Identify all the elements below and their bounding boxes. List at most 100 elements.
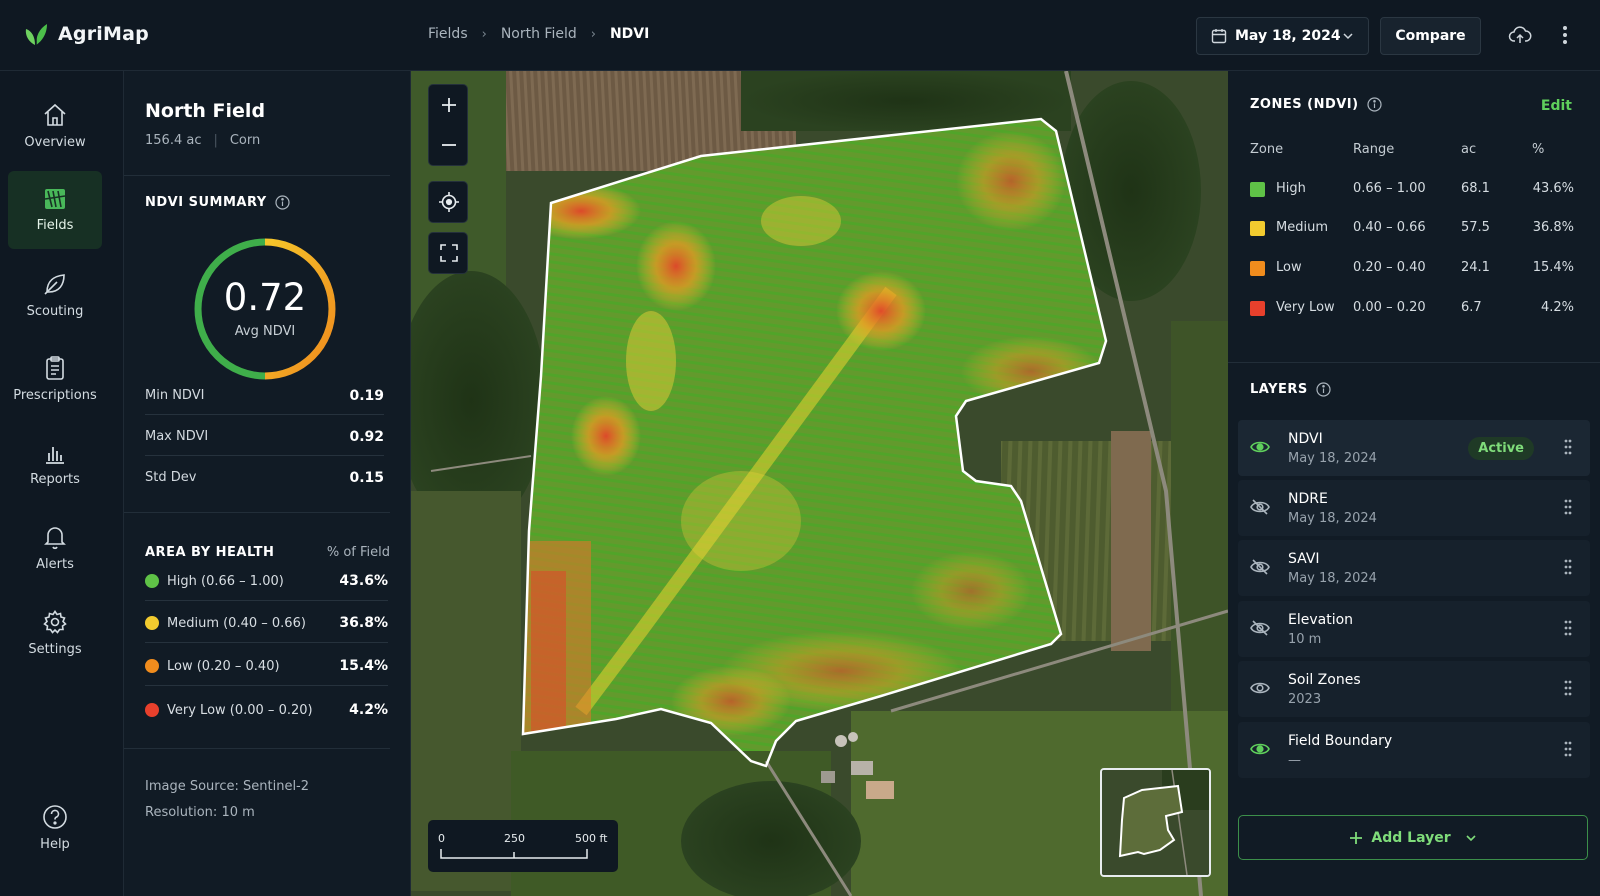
high-dot xyxy=(145,574,159,588)
zone-swatch-very-low xyxy=(1250,301,1265,316)
divider xyxy=(124,748,390,749)
zone-swatch-high xyxy=(1250,182,1265,197)
stat-row-max: Max NDVI 0.92 xyxy=(145,429,384,445)
layer-item-savi[interactable]: SAVI May 18, 2024 xyxy=(1238,540,1590,596)
nav-label: Reports xyxy=(30,472,80,487)
layer-subtitle: 10 m xyxy=(1288,632,1322,647)
divider xyxy=(145,414,384,415)
nav-item-settings[interactable]: Settings xyxy=(8,594,102,672)
nav-label: Help xyxy=(40,837,70,852)
drag-handle-icon[interactable] xyxy=(1564,741,1572,757)
clipboard-icon xyxy=(46,356,64,380)
more-vertical-icon[interactable] xyxy=(1562,24,1568,46)
nav-item-scouting[interactable]: Scouting xyxy=(8,256,102,334)
zone-range: 0.20 – 0.40 xyxy=(1353,260,1426,275)
locate-button[interactable] xyxy=(429,182,469,222)
breadcrumb-north-field[interactable]: North Field xyxy=(501,26,577,42)
eye-icon[interactable] xyxy=(1250,680,1270,696)
add-layer-button[interactable]: Add Layer xyxy=(1238,815,1588,860)
area-value: 36.8% xyxy=(339,615,388,631)
zone-name: Low xyxy=(1276,260,1302,275)
edit-zones-link[interactable]: Edit xyxy=(1541,98,1572,114)
nav-label: Overview xyxy=(24,135,86,150)
zone-name: Very Low xyxy=(1276,300,1335,315)
compare-button[interactable]: Compare xyxy=(1380,17,1481,55)
area-by-health-heading: AREA BY HEALTH % of Field xyxy=(145,545,390,560)
nav-item-reports[interactable]: Reports xyxy=(8,425,102,503)
resolution: Resolution: 10 m xyxy=(145,805,255,820)
bar-chart-icon xyxy=(46,447,64,464)
zone-range: 0.00 – 0.20 xyxy=(1353,300,1426,315)
layer-item-soil-zones[interactable]: Soil Zones 2023 xyxy=(1238,661,1590,717)
nav-item-alerts[interactable]: Alerts xyxy=(8,509,102,587)
divider xyxy=(145,455,384,456)
layers-heading: LAYERS xyxy=(1250,382,1331,397)
zones-col-ac: ac xyxy=(1461,142,1477,157)
layer-item-ndre[interactable]: NDRE May 18, 2024 xyxy=(1238,480,1590,536)
nav-label: Scouting xyxy=(26,304,84,319)
area-label: High (0.66 – 1.00) xyxy=(167,573,284,589)
minimap-image xyxy=(1102,770,1209,875)
layer-name: SAVI xyxy=(1288,551,1320,567)
zones-title: ZONES (NDVI) xyxy=(1250,97,1359,112)
map-view[interactable]: 0 250 500 ft xyxy=(411,71,1228,896)
fullscreen-button[interactable] xyxy=(429,233,469,273)
layer-item-ndvi[interactable]: NDVI May 18, 2024 Active xyxy=(1238,420,1590,476)
drag-handle-icon[interactable] xyxy=(1564,499,1572,515)
eye-off-icon[interactable] xyxy=(1250,559,1270,575)
eye-off-icon[interactable] xyxy=(1250,499,1270,515)
overview-minimap[interactable] xyxy=(1100,768,1211,877)
chevron-down-icon xyxy=(1343,33,1353,40)
scale-label: 0 xyxy=(438,832,445,845)
stat-value: 0.19 xyxy=(349,388,384,404)
info-icon[interactable] xyxy=(275,195,290,210)
layer-name: NDRE xyxy=(1288,491,1328,507)
zone-ac: 24.1 xyxy=(1461,260,1490,275)
zones-col-pct: % xyxy=(1532,142,1545,157)
stat-label: Min NDVI xyxy=(145,388,205,403)
chevron-right-icon: › xyxy=(481,26,487,42)
info-icon[interactable] xyxy=(1366,97,1382,112)
image-source: Image Source: Sentinel-2 xyxy=(145,779,310,794)
drag-handle-icon[interactable] xyxy=(1564,680,1572,696)
divider xyxy=(124,512,390,513)
zoom-in-button[interactable] xyxy=(429,85,469,125)
zoom-out-button[interactable] xyxy=(429,125,469,165)
drag-handle-icon[interactable] xyxy=(1564,439,1572,455)
calendar-icon xyxy=(1211,29,1227,44)
app-name: AgriMap xyxy=(58,23,149,45)
nav-item-help[interactable]: Help xyxy=(8,789,102,867)
area-by-health-title: AREA BY HEALTH xyxy=(145,545,275,560)
cloud-upload-icon[interactable] xyxy=(1508,24,1532,46)
drag-handle-icon[interactable] xyxy=(1564,559,1572,575)
date-picker-button[interactable]: May 18, 2024 xyxy=(1196,17,1369,55)
brand[interactable]: AgriMap xyxy=(22,20,149,48)
layer-item-elevation[interactable]: Elevation 10 m xyxy=(1238,601,1590,657)
area-column-label: % of Field xyxy=(326,545,390,560)
chevron-down-icon xyxy=(1466,834,1476,841)
zone-pct: 4.2% xyxy=(1540,300,1574,315)
info-icon[interactable] xyxy=(1316,382,1331,397)
stat-row-min: Min NDVI 0.19 xyxy=(145,388,384,404)
fullscreen-control xyxy=(428,232,468,274)
area-label: Medium (0.40 – 0.66) xyxy=(167,615,306,631)
left-nav: Overview Fields Scouting Prescriptions R… xyxy=(0,71,124,896)
eye-icon[interactable] xyxy=(1250,741,1270,757)
chevron-right-icon: › xyxy=(590,26,596,42)
eye-icon[interactable] xyxy=(1250,439,1270,455)
layers-title: LAYERS xyxy=(1250,382,1308,397)
ndvi-summary-title: NDVI SUMMARY xyxy=(145,195,267,210)
zone-pct: 36.8% xyxy=(1532,220,1574,235)
leaf-logo-icon xyxy=(25,24,47,45)
zone-pct: 43.6% xyxy=(1532,181,1574,196)
nav-item-overview[interactable]: Overview xyxy=(8,87,102,165)
breadcrumb-fields[interactable]: Fields xyxy=(428,26,468,42)
nav-item-prescriptions[interactable]: Prescriptions xyxy=(8,340,102,418)
layer-subtitle: 2023 xyxy=(1288,692,1322,707)
layer-subtitle: May 18, 2024 xyxy=(1288,451,1377,466)
divider xyxy=(124,175,390,176)
layer-item-field-boundary[interactable]: Field Boundary — xyxy=(1238,722,1590,778)
nav-item-fields[interactable]: Fields xyxy=(8,171,102,249)
eye-off-icon[interactable] xyxy=(1250,620,1270,636)
drag-handle-icon[interactable] xyxy=(1564,620,1572,636)
